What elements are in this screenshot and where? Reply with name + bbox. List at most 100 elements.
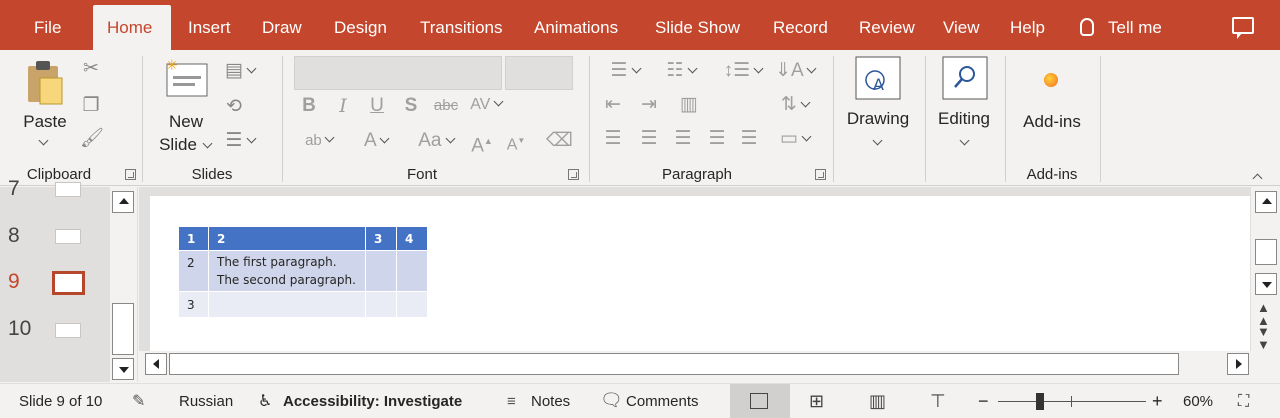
scroll-thumb[interactable] <box>1255 239 1277 265</box>
scroll-up-button[interactable] <box>1255 191 1277 213</box>
increase-indent-icon[interactable]: ⇥ <box>636 94 662 116</box>
zoom-slider-track[interactable] <box>998 401 1146 402</box>
align-right-icon[interactable]: ☰ <box>670 128 696 150</box>
decrease-indent-icon[interactable]: ⇤ <box>600 94 626 116</box>
normal-view-button[interactable] <box>730 384 790 418</box>
change-case-icon[interactable]: Aa <box>408 130 464 152</box>
comment-icon[interactable]: 🗨 <box>600 383 623 418</box>
zoom-out-button[interactable]: − <box>978 384 989 418</box>
font-launcher-icon[interactable] <box>568 169 579 180</box>
increase-font-icon[interactable]: A▲ <box>470 130 494 157</box>
spelling-check-icon[interactable]: ✎ <box>132 384 145 418</box>
tab-review[interactable]: Review <box>847 0 927 50</box>
zoom-in-button[interactable]: + <box>1152 384 1163 418</box>
zoom-slider-thumb[interactable] <box>1036 393 1044 410</box>
table-cell[interactable]: 1 <box>178 226 209 251</box>
tab-view[interactable]: View <box>931 0 992 50</box>
notes-icon[interactable]: ≡ <box>507 384 516 418</box>
text-direction-icon[interactable]: ⇓A <box>770 60 820 82</box>
character-spacing-icon[interactable]: AV <box>466 94 506 116</box>
language-indicator[interactable]: Russian <box>179 384 233 418</box>
thumbnail-scrollbar[interactable] <box>109 187 137 382</box>
slide-table[interactable]: 1 2 3 4 2 The first paragraph. The secon… <box>178 226 428 318</box>
accessibility-icon[interactable]: ♿ <box>258 384 272 418</box>
paragraph-launcher-icon[interactable] <box>815 169 826 180</box>
slide-thumbnail[interactable] <box>55 182 81 197</box>
justify-icon[interactable]: ☰ <box>704 128 730 150</box>
slide-thumbnail-current[interactable] <box>52 271 85 295</box>
scroll-thumb[interactable] <box>169 353 1179 375</box>
tab-animations[interactable]: Animations <box>522 0 630 50</box>
layout-icon[interactable]: ▤ <box>220 60 260 82</box>
columns-icon[interactable]: ▥ <box>676 94 702 116</box>
clear-formatting-icon[interactable]: ab <box>296 130 342 152</box>
scroll-right-button[interactable] <box>1227 353 1249 375</box>
tab-file[interactable]: File <box>22 0 73 50</box>
slide-thumbnail[interactable] <box>55 323 81 338</box>
fit-to-window-icon[interactable]: ⛶ <box>1238 384 1249 418</box>
decrease-font-icon[interactable]: A▼ <box>504 130 528 156</box>
smartart-icon[interactable]: ▭ <box>770 128 820 150</box>
shadow-icon[interactable]: S <box>400 95 422 117</box>
tab-insert[interactable]: Insert <box>176 0 243 50</box>
underline-icon[interactable]: U <box>366 95 388 117</box>
table-cell[interactable] <box>365 291 397 318</box>
cut-icon[interactable]: ✂ <box>80 58 102 80</box>
italic-icon[interactable]: I <box>332 95 354 117</box>
align-center-icon[interactable]: ☰ <box>636 128 662 150</box>
strikethrough-icon[interactable]: abc <box>430 95 462 117</box>
table-cell[interactable]: 2 <box>208 226 366 251</box>
accessibility-status[interactable]: Accessibility: Investigate <box>283 384 462 418</box>
reading-view-icon[interactable]: ▥ <box>869 384 886 418</box>
next-slide-icon[interactable]: ▼ ▼ <box>1257 325 1270 351</box>
table-cell[interactable]: 4 <box>396 226 428 251</box>
table-cell[interactable]: The first paragraph. The second paragrap… <box>208 250 366 292</box>
table-cell[interactable]: 3 <box>365 226 397 251</box>
align-left-icon[interactable]: ☰ <box>600 128 626 150</box>
scroll-up-button[interactable] <box>112 191 134 213</box>
slide-show-icon[interactable]: ⊤ <box>930 384 946 418</box>
line-spacing-icon[interactable]: ↕☰ <box>718 60 768 82</box>
format-painter-icon[interactable]: 🖌 <box>80 128 104 150</box>
zoom-level[interactable]: 60% <box>1183 384 1213 418</box>
distributed-icon[interactable]: ☰ <box>736 128 762 150</box>
scroll-left-button[interactable] <box>145 353 167 375</box>
tab-draw[interactable]: Draw <box>250 0 314 50</box>
tab-transitions[interactable]: Transitions <box>408 0 515 50</box>
bullets-icon[interactable]: ☰ <box>600 60 650 82</box>
font-name-combo[interactable] <box>294 56 502 90</box>
table-row: 1 2 3 4 <box>178 226 428 251</box>
scroll-down-button[interactable] <box>112 358 134 380</box>
slide-thumbnail[interactable] <box>55 229 81 244</box>
font-color-icon[interactable]: A <box>354 130 398 152</box>
font-size-combo[interactable] <box>505 56 573 90</box>
notes-button[interactable]: Notes <box>531 384 570 418</box>
tab-slide-show[interactable]: Slide Show <box>643 0 752 50</box>
bold-icon[interactable]: B <box>298 95 320 117</box>
align-text-icon[interactable]: ⇅ <box>770 94 820 116</box>
table-cell[interactable]: 3 <box>178 291 209 318</box>
table-cell[interactable] <box>396 291 428 318</box>
editor-horizontal-scrollbar[interactable] <box>139 351 1280 382</box>
table-cell[interactable] <box>208 291 366 318</box>
tell-me-search[interactable]: Tell me <box>1080 0 1162 50</box>
slide-sorter-icon[interactable]: ⊞ <box>809 384 824 418</box>
table-cell[interactable]: 2 <box>178 250 209 292</box>
reset-slide-icon[interactable]: ⟲ <box>220 96 248 118</box>
comments-icon[interactable] <box>1232 17 1254 39</box>
tab-record[interactable]: Record <box>761 0 840 50</box>
tab-design[interactable]: Design <box>322 0 399 50</box>
numbering-icon[interactable]: ☷ <box>656 60 706 82</box>
scroll-thumb[interactable] <box>112 303 134 355</box>
table-cell[interactable] <box>396 250 428 292</box>
highlight-icon[interactable]: ⌫ <box>546 130 573 152</box>
section-icon[interactable]: ☰ <box>220 130 260 152</box>
comments-button[interactable]: Comments <box>626 384 699 418</box>
editor-vertical-scrollbar[interactable]: ▲ ▲ ▼ ▼ <box>1250 187 1280 351</box>
tab-home[interactable]: Home <box>93 5 171 50</box>
tab-help[interactable]: Help <box>998 0 1057 50</box>
table-cell[interactable] <box>365 250 397 292</box>
clipboard-launcher-icon[interactable] <box>125 169 136 180</box>
copy-icon[interactable]: ❐ <box>80 95 102 117</box>
scroll-down-button[interactable] <box>1255 273 1277 295</box>
